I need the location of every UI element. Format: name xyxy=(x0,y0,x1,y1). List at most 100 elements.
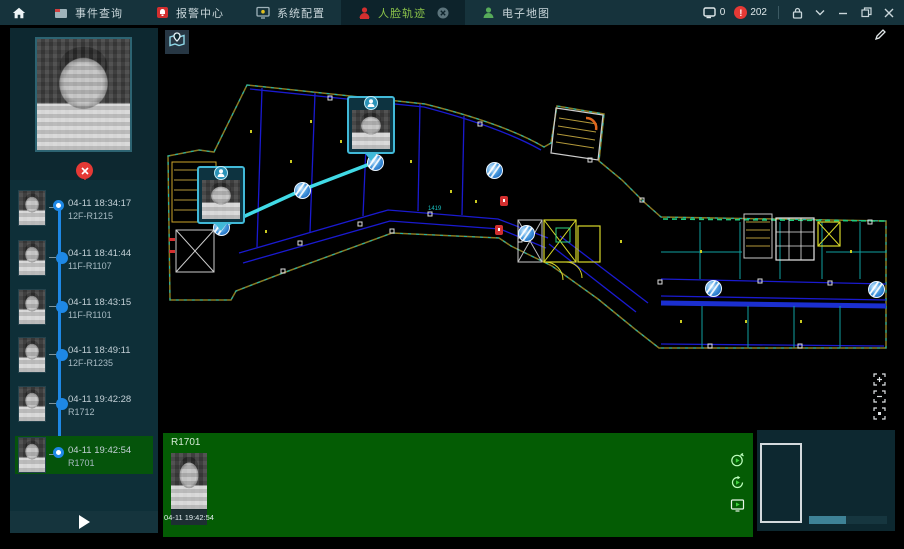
tab-close-icon[interactable] xyxy=(437,7,449,19)
face-marker-balloon[interactable] xyxy=(197,166,245,224)
timeline-thumb[interactable] xyxy=(18,437,46,473)
topbar-right: 0 ! 202 xyxy=(703,0,896,25)
progress-bar[interactable] xyxy=(809,516,887,524)
camera-marker[interactable] xyxy=(518,225,535,242)
timeline-time: 04-11 19:42:28 xyxy=(68,394,131,405)
thumb-connector xyxy=(49,306,56,307)
marker-face-photo xyxy=(202,180,240,219)
timeline-location: R1701 xyxy=(68,458,95,468)
face-track-icon xyxy=(357,6,371,20)
timeline-node[interactable] xyxy=(53,200,64,211)
lock-button[interactable] xyxy=(790,6,804,20)
snapshot-room-label: R1701 xyxy=(171,437,200,448)
tab-event-query[interactable]: 事件查询 xyxy=(38,0,139,25)
timeline-item[interactable]: 04-11 18:34:1712F-R1215 xyxy=(10,186,158,230)
minimize-button[interactable] xyxy=(836,6,850,20)
snapshot-thumb[interactable]: 04-11 19:42:54 xyxy=(171,453,207,525)
message-icon xyxy=(703,6,717,20)
timeline-location: R1712 xyxy=(68,407,95,417)
trajectory-timeline: 04-11 18:34:1712F-R1215 04-11 18:41:44 11F… xyxy=(10,180,158,513)
camera-marker[interactable] xyxy=(705,280,722,297)
timeline-time: 04-11 18:49:11 xyxy=(68,345,131,356)
person-badge-icon xyxy=(363,96,379,110)
timeline-item[interactable]: 04-11 18:41:44 11F-R1107 xyxy=(10,236,158,280)
timeline-item[interactable]: 04-11 18:43:15 11F-R1101 xyxy=(10,285,158,329)
timeline-location: 12F-R1215 xyxy=(68,211,113,221)
timeline-thumb[interactable] xyxy=(18,386,46,422)
timeline-time: 04-11 18:43:15 xyxy=(68,297,131,308)
timeline-location: 11F-R1101 xyxy=(68,310,112,320)
snapshot-panel: R1701 04-11 19:42:54 xyxy=(163,433,753,537)
tab-e-map[interactable]: 电子地图 xyxy=(465,0,566,25)
timeline-face-photo xyxy=(19,241,45,275)
play-button[interactable] xyxy=(79,515,90,529)
timeline-item[interactable]: 04-11 19:42:54 R1701 xyxy=(10,433,158,477)
message-badge[interactable]: 0 xyxy=(703,6,726,20)
edit-map-button[interactable] xyxy=(872,29,888,45)
camera-marker[interactable] xyxy=(868,281,885,298)
timeline-item[interactable]: 04-11 19:42:28 R1712 xyxy=(10,382,158,426)
alarm-center-icon xyxy=(155,6,169,20)
remove-target-button[interactable] xyxy=(76,162,93,179)
home-icon xyxy=(12,6,26,20)
tab-alarm-center[interactable]: 报警中心 xyxy=(139,0,240,25)
timeline-time: 04-11 19:42:54 xyxy=(68,445,131,456)
timeline-node[interactable] xyxy=(56,398,68,410)
timeline-node[interactable] xyxy=(56,252,68,264)
zoom-reset-button[interactable] xyxy=(872,406,886,420)
e-map-icon xyxy=(481,6,495,20)
chevron-down-icon[interactable] xyxy=(813,6,827,20)
tab-label: 报警中心 xyxy=(176,5,224,21)
timeline-time: 04-11 18:41:44 xyxy=(68,248,131,259)
alert-icon: ! xyxy=(734,6,747,19)
timeline-item[interactable]: 04-11 18:49:11 12F-R1235 xyxy=(10,333,158,377)
progress-fill xyxy=(809,516,846,524)
face-marker-balloon[interactable] xyxy=(347,96,395,154)
thumb-connector xyxy=(49,257,56,258)
timed-playback-button[interactable] xyxy=(729,451,745,467)
timeline-face-photo xyxy=(19,438,45,472)
close-button[interactable] xyxy=(882,6,896,20)
timeline-thumb[interactable] xyxy=(18,240,46,276)
app-window: 事件查询 报警中心系统配置人脸轨迹 电子地图 0 ! 202 xyxy=(0,0,904,549)
timeline-thumb[interactable] xyxy=(18,190,46,226)
video-playback-button[interactable] xyxy=(729,497,745,513)
replay-button[interactable] xyxy=(729,474,745,490)
tab-label: 事件查询 xyxy=(75,5,123,21)
zoom-out-button[interactable] xyxy=(872,389,886,403)
balloon-tail xyxy=(214,222,228,231)
map-pin-icon xyxy=(168,31,186,54)
alert-count: 202 xyxy=(750,7,767,18)
map-select-button[interactable] xyxy=(165,30,189,54)
snapshot-time: 04-11 19:42:54 xyxy=(171,510,207,525)
timeline-thumb[interactable] xyxy=(18,289,46,325)
person-badge-icon xyxy=(213,166,229,180)
top-bar: 事件查询 报警中心系统配置人脸轨迹 电子地图 0 ! 202 xyxy=(0,0,904,25)
tab-label: 电子地图 xyxy=(502,5,550,21)
camera-marker[interactable] xyxy=(486,162,503,179)
timeline-thumb[interactable] xyxy=(18,337,46,373)
floor-map[interactable]: 1419 xyxy=(160,25,904,428)
preview-placeholder xyxy=(760,443,802,523)
camera-marker[interactable] xyxy=(294,182,311,199)
timeline-location: 12F-R1235 xyxy=(68,358,113,368)
timeline-node[interactable] xyxy=(56,301,68,313)
home-button[interactable] xyxy=(0,0,38,25)
preview-panel xyxy=(757,430,895,531)
dimension-label: 1419 xyxy=(428,206,442,212)
tab-face-track[interactable]: 人脸轨迹 xyxy=(341,0,465,25)
snapshot-face-photo xyxy=(171,453,207,509)
sidebar: 04-11 18:34:1712F-R1215 04-11 18:41:44 11F… xyxy=(10,28,158,533)
event-query-icon xyxy=(54,6,68,20)
zoom-in-button[interactable] xyxy=(872,372,886,386)
timeline-face-photo xyxy=(19,387,45,421)
maximize-button[interactable] xyxy=(859,6,873,20)
tab-system-config[interactable]: 系统配置 xyxy=(240,0,341,25)
thumb-connector xyxy=(49,403,56,404)
timeline-node[interactable] xyxy=(56,349,68,361)
map-zoom-controls xyxy=(872,372,886,420)
timeline-location: 11F-R1107 xyxy=(68,261,112,271)
timeline-node[interactable] xyxy=(53,447,64,458)
target-face-photo xyxy=(37,39,130,150)
alert-badge[interactable]: ! 202 xyxy=(734,6,767,19)
